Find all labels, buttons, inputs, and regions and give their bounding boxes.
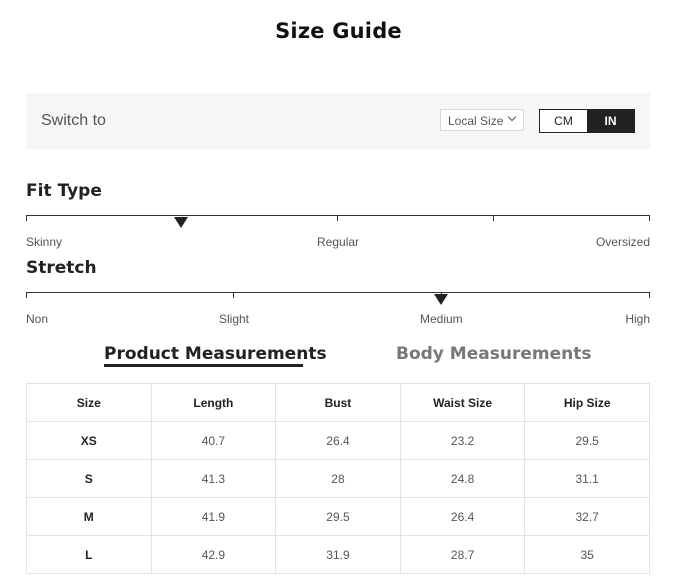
table-cell: 35 <box>524 535 650 574</box>
fit-type-label-oversized: Oversized <box>595 235 650 249</box>
table-cell: 41.3 <box>150 459 277 498</box>
fit-type-pointer-icon <box>174 217 188 228</box>
stretch-scale <box>26 292 650 305</box>
unit-toggle: CM IN <box>539 109 635 133</box>
scale-tick <box>493 215 494 221</box>
stretch-pointer-icon <box>434 294 448 305</box>
table-cell: 29.5 <box>275 497 401 536</box>
fit-type-label-skinny: Skinny <box>26 235 63 249</box>
fit-type-scale <box>26 215 650 228</box>
table-cell: 24.8 <box>399 459 526 498</box>
table-cell: 26.4 <box>399 497 526 536</box>
scale-tick <box>26 215 27 221</box>
local-size-dropdown[interactable]: Local Size <box>440 109 524 131</box>
local-size-label: Local Size <box>448 114 504 128</box>
scale-tick <box>649 215 650 221</box>
scale-tick <box>233 292 234 298</box>
tab-body-measurements[interactable]: Body Measurements <box>396 344 591 364</box>
table-cell: 31.9 <box>275 535 401 574</box>
column-header: Size <box>26 383 152 422</box>
table-cell: 23.2 <box>399 421 526 460</box>
column-header: Hip Size <box>524 383 650 422</box>
table-cell: 31.1 <box>524 459 650 498</box>
size-table: Size Length Bust Waist Size Hip Size XS … <box>26 383 650 574</box>
table-cell: L <box>26 535 152 574</box>
table-cell: 28 <box>275 459 401 498</box>
tab-product-measurements[interactable]: Product Measurements <box>104 344 327 364</box>
page-title: Size Guide <box>275 19 402 43</box>
table-cell: 32.7 <box>524 497 650 536</box>
table-cell: 42.9 <box>150 535 277 574</box>
unit-button-in[interactable]: IN <box>587 110 634 132</box>
table-row: L 42.9 31.9 28.7 35 <box>26 535 650 574</box>
stretch-label-non: Non <box>26 312 49 326</box>
scale-tick <box>337 215 338 221</box>
table-header-row: Size Length Bust Waist Size Hip Size <box>26 383 650 422</box>
table-cell: 28.7 <box>399 535 526 574</box>
stretch-label-high: High <box>625 312 650 326</box>
column-header: Waist Size <box>399 383 526 422</box>
fit-type-heading: Fit Type <box>26 181 102 201</box>
table-cell: XS <box>26 421 152 460</box>
stretch-label-medium: Medium <box>420 312 463 326</box>
table-cell: 29.5 <box>524 421 650 460</box>
unit-button-cm[interactable]: CM <box>540 110 587 132</box>
fit-type-label-regular: Regular <box>317 235 360 249</box>
table-cell: S <box>26 459 152 498</box>
scale-tick <box>649 292 650 298</box>
column-header: Length <box>150 383 277 422</box>
chevron-down-icon <box>507 112 517 122</box>
table-cell: M <box>26 497 152 536</box>
table-cell: 26.4 <box>275 421 401 460</box>
active-tab-underline <box>104 364 303 367</box>
table-cell: 41.9 <box>150 497 277 536</box>
column-header: Bust <box>275 383 401 422</box>
stretch-label-slight: Slight <box>219 312 250 326</box>
table-row: S 41.3 28 24.8 31.1 <box>26 459 650 498</box>
scale-tick <box>26 292 27 298</box>
table-row: XS 40.7 26.4 23.2 29.5 <box>26 421 650 460</box>
stretch-heading: Stretch <box>26 258 97 278</box>
switch-to-label: Switch to <box>41 112 106 129</box>
unit-switch-bar: Switch to Local Size CM IN <box>26 93 650 149</box>
table-cell: 40.7 <box>150 421 277 460</box>
table-row: M 41.9 29.5 26.4 32.7 <box>26 497 650 536</box>
